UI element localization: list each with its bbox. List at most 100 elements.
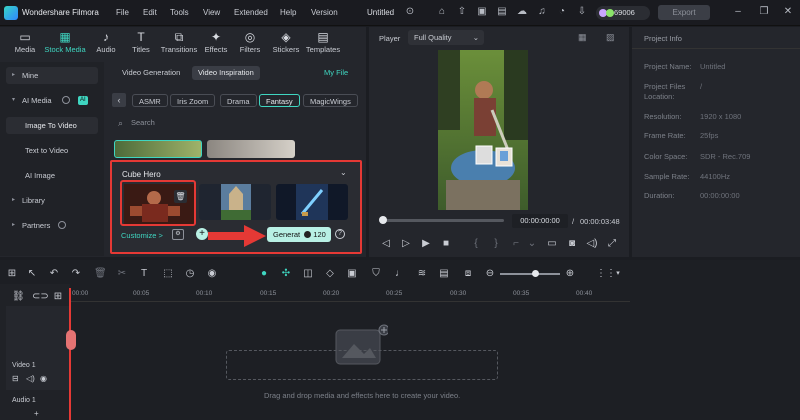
display-icon[interactable]: ▭ bbox=[546, 238, 558, 250]
tab-audio[interactable]: ♪ Audio bbox=[86, 30, 126, 56]
collapse-chevron-icon[interactable]: ⌄ bbox=[340, 168, 347, 177]
current-time[interactable]: 00:00:00:00 bbox=[512, 214, 568, 228]
maximize-icon[interactable]: ❐ bbox=[758, 6, 770, 18]
fullscreen-icon[interactable]: ⤢ bbox=[606, 238, 618, 250]
inspiration-thumbnail[interactable] bbox=[207, 140, 295, 158]
ai-tool-icon[interactable]: ● bbox=[258, 268, 270, 280]
chip-fantasy[interactable]: Fantasy bbox=[259, 94, 300, 107]
chip-asmr[interactable]: ASMR bbox=[132, 94, 168, 107]
snap-icon[interactable]: ✣ bbox=[280, 268, 292, 280]
zoom-in-icon[interactable]: ⊕ bbox=[564, 268, 576, 280]
upload-icon[interactable]: ⇧ bbox=[456, 6, 468, 18]
sidebar-item-ai-media[interactable]: ▾ AI Media AI bbox=[6, 92, 98, 109]
prev-frame-icon[interactable]: ◁ bbox=[380, 238, 392, 250]
add-track-icon[interactable]: ⊞ bbox=[52, 291, 64, 303]
snapshot-icon[interactable]: ▨ bbox=[606, 32, 615, 43]
keyframe-icon[interactable]: ◇ bbox=[324, 268, 336, 280]
tab-stickers[interactable]: ◈ Stickers bbox=[266, 30, 306, 56]
zoom-out-icon[interactable]: ⊖ bbox=[484, 268, 496, 280]
sidebar-item-mine[interactable]: ▸ Mine bbox=[6, 67, 98, 84]
marker-icon[interactable]: ⌐ bbox=[510, 238, 522, 250]
sidebar-item-text-to-video[interactable]: Text to Video bbox=[6, 142, 98, 159]
cloud-icon[interactable]: ☁ bbox=[516, 6, 528, 18]
delete-icon[interactable]: 🗑 bbox=[94, 268, 107, 280]
download-icon[interactable]: ⇩ bbox=[576, 6, 588, 18]
notification-icon[interactable]: ◔ bbox=[556, 6, 568, 18]
generate-button[interactable]: Generat 120 bbox=[267, 227, 331, 242]
menu-tools[interactable]: Tools bbox=[170, 8, 189, 17]
delete-icon[interactable]: 🗑 bbox=[174, 190, 187, 203]
help-icon[interactable]: ? bbox=[335, 229, 345, 239]
chip-drama[interactable]: Drama bbox=[220, 94, 257, 107]
menu-view[interactable]: View bbox=[203, 8, 220, 17]
select-tool-icon[interactable]: ↖ bbox=[26, 268, 38, 280]
my-file-link[interactable]: My File bbox=[324, 68, 348, 77]
sample-image-castle[interactable] bbox=[199, 184, 271, 220]
image-settings-icon[interactable]: ⚙ bbox=[172, 229, 184, 240]
track-audio-icon[interactable]: ◁) bbox=[26, 374, 35, 383]
add-audio-track-icon[interactable]: + bbox=[34, 409, 39, 418]
camera-icon[interactable]: ◙ bbox=[566, 238, 578, 250]
link-icon[interactable]: ⛓ bbox=[12, 291, 25, 303]
stop-icon[interactable]: ■ bbox=[440, 238, 452, 250]
tab-media[interactable]: ▭ Media bbox=[5, 30, 45, 56]
customize-link[interactable]: Customize > bbox=[121, 231, 163, 240]
inspiration-thumbnail[interactable] bbox=[114, 140, 202, 158]
sidebar-item-ai-image[interactable]: AI Image bbox=[6, 167, 98, 184]
play-icon[interactable]: ▶ bbox=[420, 238, 432, 250]
chip-scroll-left-icon[interactable]: ‹ bbox=[112, 93, 126, 107]
minimize-icon[interactable]: – bbox=[732, 6, 744, 18]
sidebar-item-image-to-video[interactable]: Image To Video bbox=[6, 117, 98, 134]
undo-icon[interactable]: ↶ bbox=[48, 268, 60, 280]
chip-magicwings[interactable]: MagicWings bbox=[303, 94, 358, 107]
color-icon[interactable]: ◉ bbox=[206, 268, 218, 280]
zoom-slider[interactable] bbox=[500, 273, 560, 275]
chip-iris-zoom[interactable]: Iris Zoom bbox=[170, 94, 216, 107]
sidebar-item-library[interactable]: ▸ Library bbox=[6, 192, 98, 209]
track-manager-icon[interactable]: ⊂⊃ bbox=[32, 291, 49, 303]
text-to-speech-icon[interactable]: ▤ bbox=[438, 268, 450, 280]
mark-in-icon[interactable]: { bbox=[470, 238, 482, 250]
playhead-grip[interactable] bbox=[66, 330, 76, 350]
menu-version[interactable]: Version bbox=[311, 8, 338, 17]
audio-mix-icon[interactable]: ≋ bbox=[416, 268, 428, 280]
export-button[interactable]: Export bbox=[658, 5, 710, 20]
tab-templates[interactable]: ▤ Templates bbox=[302, 30, 344, 56]
record-icon[interactable]: ◫ bbox=[302, 268, 314, 280]
track-visibility-icon[interactable]: ◉ bbox=[40, 374, 47, 383]
text-tool-icon[interactable]: T bbox=[138, 268, 150, 280]
chevron-down-icon[interactable]: ▾ bbox=[612, 268, 624, 280]
menu-extended[interactable]: Extended bbox=[234, 8, 268, 17]
redo-icon[interactable]: ↷ bbox=[70, 268, 82, 280]
menu-help[interactable]: Help bbox=[280, 8, 296, 17]
tab-transitions[interactable]: ⧉ Transitions bbox=[158, 30, 200, 56]
microphone-icon[interactable]: ♩ bbox=[394, 268, 406, 280]
stabilize-icon[interactable]: ▣ bbox=[346, 268, 358, 280]
shield-icon[interactable]: ⛉ bbox=[370, 268, 382, 280]
quality-select[interactable]: Full Quality ⌄ bbox=[408, 30, 484, 45]
selected-image-slot[interactable] bbox=[120, 180, 196, 226]
menu-edit[interactable]: Edit bbox=[143, 8, 157, 17]
grid-view-icon[interactable]: ▦ bbox=[578, 32, 587, 43]
preview-canvas[interactable] bbox=[438, 50, 528, 210]
subtab-video-inspiration[interactable]: Video Inspiration bbox=[192, 66, 260, 80]
library-icon[interactable]: ▤ bbox=[496, 6, 508, 18]
zoom-slider-handle[interactable] bbox=[532, 270, 539, 277]
tab-stock-media[interactable]: ▦ Stock Media bbox=[42, 30, 88, 56]
credits-badge[interactable]: 69006 bbox=[596, 6, 650, 20]
volume-icon[interactable]: ◁) bbox=[586, 238, 598, 250]
support-icon[interactable]: ♫ bbox=[536, 6, 548, 18]
playback-progress-track[interactable] bbox=[380, 219, 504, 222]
layout-grid-icon[interactable]: ⊞ bbox=[6, 268, 18, 280]
gift-icon[interactable]: ⌂ bbox=[436, 6, 448, 18]
tab-filters[interactable]: ◎ Filters bbox=[230, 30, 270, 56]
step-forward-icon[interactable]: ▷ bbox=[400, 238, 412, 250]
playhead-handle[interactable] bbox=[379, 216, 387, 224]
split-icon[interactable]: ✂ bbox=[116, 268, 128, 280]
close-icon[interactable]: ✕ bbox=[782, 6, 794, 18]
subtab-video-generation[interactable]: Video Generation bbox=[116, 66, 186, 80]
crop-icon[interactable]: ⬚ bbox=[162, 268, 174, 280]
sidebar-item-partners[interactable]: ▸ Partners bbox=[6, 217, 98, 234]
more-options-icon[interactable]: ⋮⋮ bbox=[596, 268, 616, 280]
track-lock-icon[interactable]: ⊟ bbox=[12, 374, 19, 383]
